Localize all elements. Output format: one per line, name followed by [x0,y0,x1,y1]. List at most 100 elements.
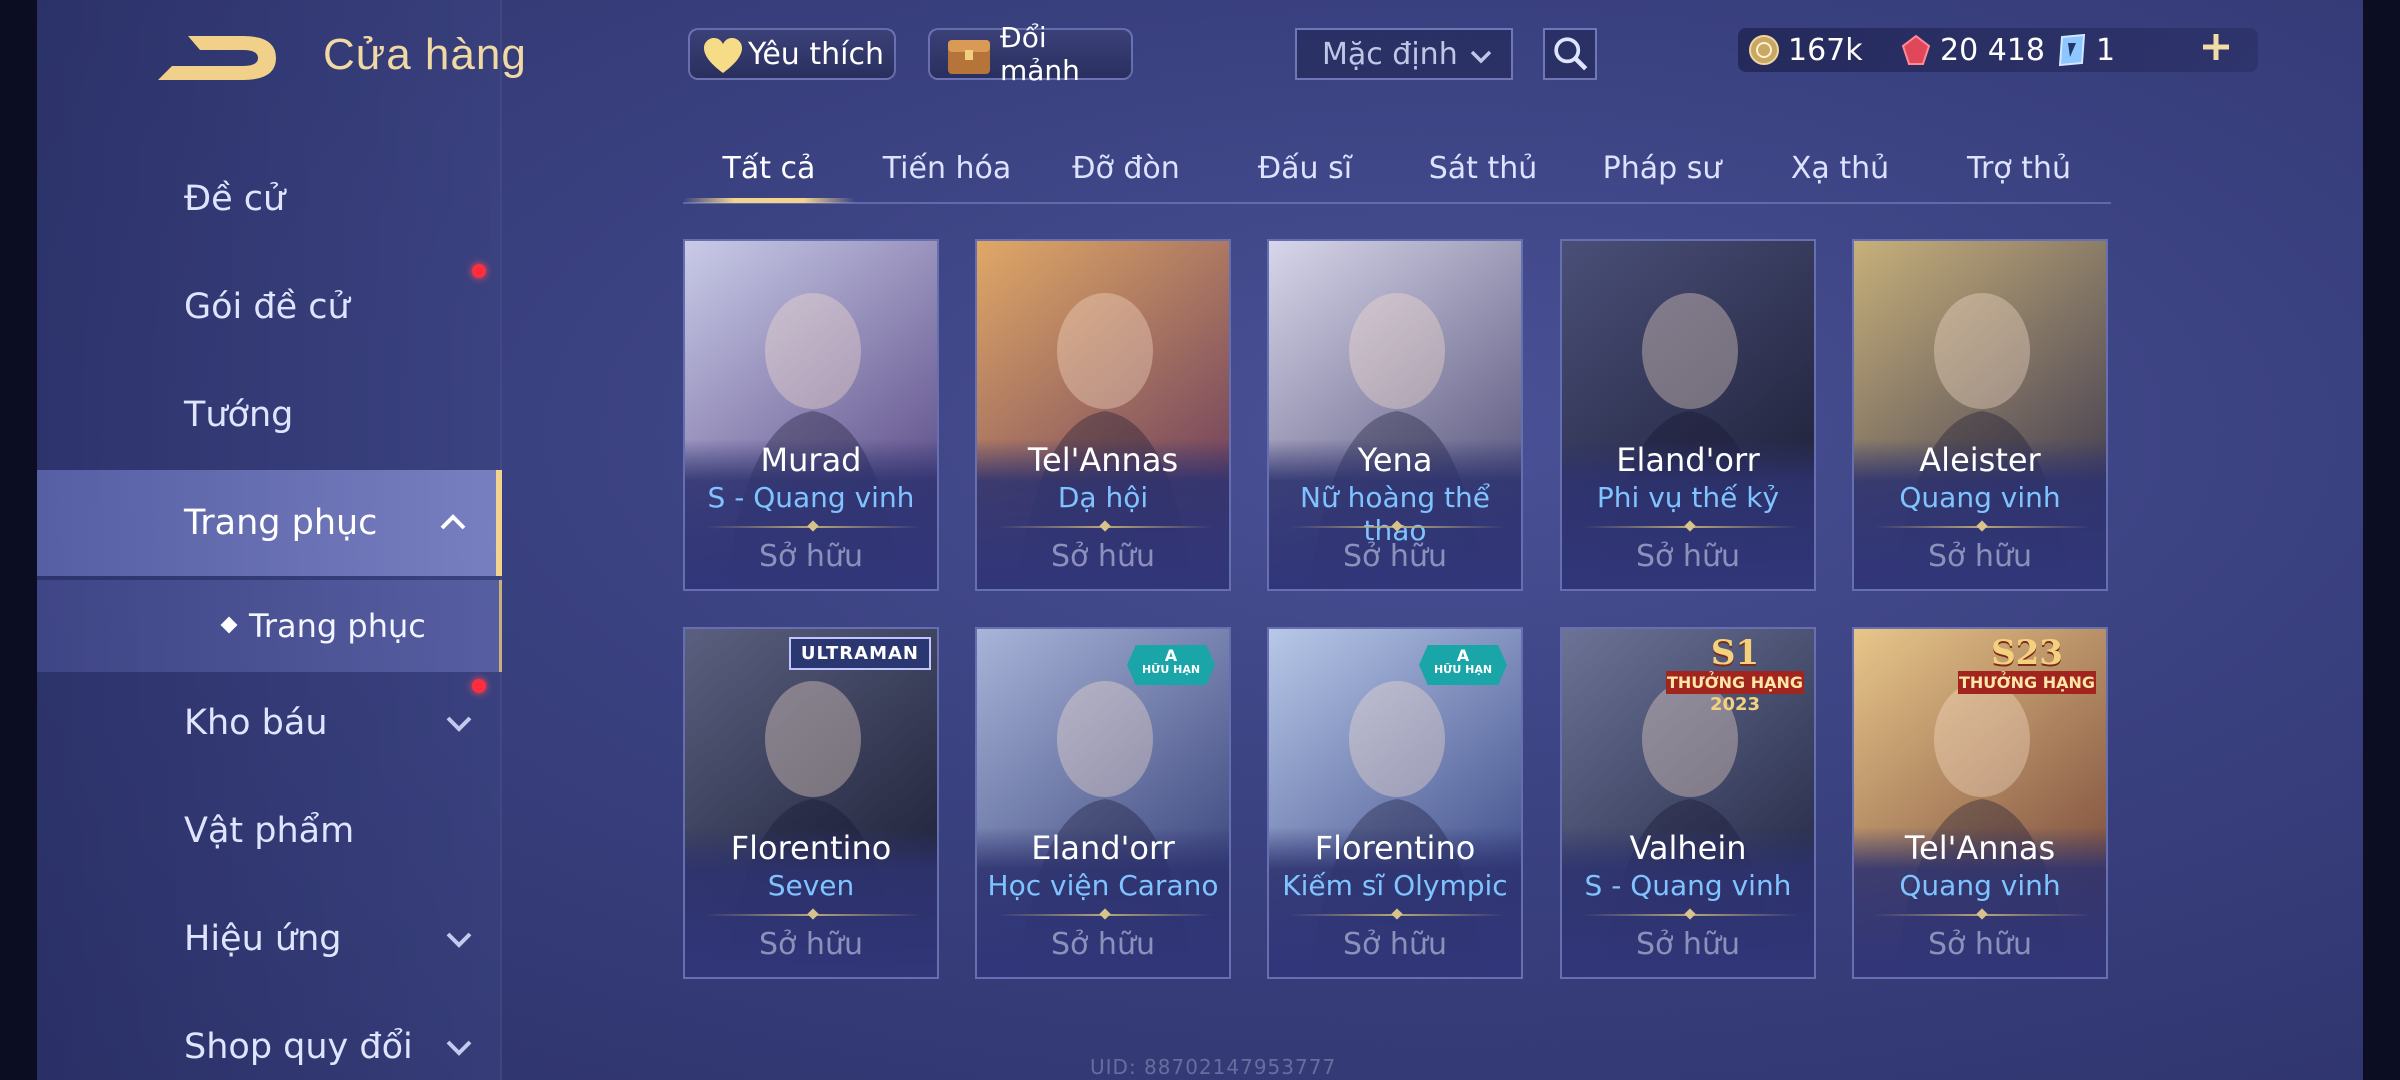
season-badge-year: 2023 [1709,694,1761,715]
screen-edge-left [0,0,37,1080]
tab-tank[interactable]: Đỡ đòn [1040,140,1212,204]
tab-all[interactable]: Tất cả [683,140,855,204]
limited-badge-text: HỮU HẠN [1433,663,1493,676]
sidebar-item-label: Gói đề cử [184,287,350,327]
skin-card[interactable]: Tel'Annas Dạ hội Sở hữu [975,239,1231,591]
skin-card[interactable]: YenaNữ hoàng thể thaoSở hữu [1267,239,1523,591]
skin-card[interactable]: Tel'Annas Quang vinh Sở hữu S23 THƯỞNG HẠNG [1852,627,2108,979]
chevron-down-icon [446,1040,472,1056]
ownership-status: Sở hữu [1343,927,1447,962]
sidebar-item-exchange-shop[interactable]: Shop quy đổi [37,994,502,1080]
limited-badge-grade: A [1456,646,1470,665]
skin-card[interactable]: Eland'orr Phi vụ thế kỷ Sở hữu [1560,239,1816,591]
season-reward-badge: S23 THƯỞNG HẠNG [1952,635,2102,715]
skin-name: Dạ hội [1057,481,1149,514]
ownership-status: Sở hữu [1928,539,2032,574]
hero-name: Florentino [1314,829,1476,867]
ownership-status: Sở hữu [1636,927,1740,962]
tab-fighter[interactable]: Đấu sĩ [1219,140,1391,204]
chevron-down-icon [1470,50,1492,64]
page-title: Cửa hàng [323,30,527,79]
diamond-bullet-icon [220,616,238,634]
voucher-icon [2058,33,2086,67]
sidebar-subitem-label: Trang phục [249,607,426,645]
limited-badge: A HỮU HẠN [1419,645,1507,685]
search-icon[interactable] [1543,28,1597,80]
sidebar-item-label: Kho báu [184,703,328,743]
hero-name: Tel'Annas [1027,441,1179,479]
gold-value: 167k [1788,32,1863,68]
limited-badge: A HỮU HẠN [1127,645,1215,685]
hero-name: Eland'orr [1031,829,1175,867]
ownership-status: Sở hữu [1051,927,1155,962]
shard-exchange-button[interactable]: Đổi mảnh [928,21,1133,87]
skin-card[interactable]: Murad S - Quang vinh Sở hữu [683,239,939,591]
voucher-counter: 1 [2056,28,2115,72]
skin-name: S - Quang vinh [1584,869,1792,902]
ownership-status: Sở hữu [1051,539,1155,574]
season-reward-badge: S1 THƯỞNG HẠNG 2023 [1660,635,1810,715]
sidebar-item-label: Tướng [184,395,294,435]
ultraman-badge: ULTRAMAN [788,637,931,670]
tab-assassin[interactable]: Sát thủ [1397,140,1569,204]
skin-name: S - Quang vinh [707,481,915,514]
sidebar-item-recommended[interactable]: Đề cử [37,146,502,252]
sidebar-item-label: Vật phẩm [184,811,355,851]
ownership-status: Sở hữu [1636,539,1740,574]
ownership-status: Sở hữu [1928,927,2032,962]
gold-counter: 167k [1748,28,1863,72]
gem-counter: 20 418 [1900,28,2045,72]
chevron-up-icon [440,514,466,530]
skin-card[interactable]: Eland'orr Học viện Carano Sở hữu A HỮU HẠN [975,627,1231,979]
skin-name: Seven [767,869,855,902]
ownership-status: Sở hữu [1343,539,1447,574]
skin-name: Kiếm sĩ Olympic [1282,869,1508,902]
sidebar-item-skins[interactable]: Trang phục [37,470,502,576]
skin-card[interactable]: Aleister Quang vinh Sở hữu [1852,239,2108,591]
sidebar-item-label: Trang phục [184,503,378,543]
sidebar-item-label: Hiệu ứng [184,919,342,959]
skin-name: Phi vụ thế kỷ [1596,481,1780,514]
sidebar-item-items[interactable]: Vật phẩm [37,778,502,884]
ownership-status: Sở hữu [759,927,863,962]
sidebar-subitem-skins[interactable]: Trang phục [37,580,502,672]
skin-card[interactable]: Valhein S - Quang vinh Sở hữu S1 THƯỞNG HẠNG… [1560,627,1816,979]
back-icon[interactable] [148,30,284,90]
skin-name: Quang vinh [1899,869,2061,902]
add-currency-icon[interactable] [2199,30,2233,64]
chevron-down-icon [446,932,472,948]
notification-dot [472,264,486,278]
sidebar-item-treasure[interactable]: Kho báu [37,670,502,776]
hero-name: Yena [1357,441,1433,479]
season-badge-ribbon: THƯỞNG HẠNG [1666,671,1804,694]
shard-exchange-label: Đổi mảnh [1000,21,1080,87]
favorites-label: Yêu thích [748,36,884,72]
tab-evolution[interactable]: Tiến hóa [861,140,1033,204]
tab-support[interactable]: Trợ thủ [1933,140,2105,204]
gem-value: 20 418 [1940,32,2045,68]
chevron-down-icon [446,716,472,732]
favorites-button[interactable]: Yêu thích [688,28,896,80]
tab-mage[interactable]: Pháp sư [1576,140,1748,204]
skin-card[interactable]: Florentino Seven Sở hữu ULTRAMAN [683,627,939,979]
skin-card[interactable]: Florentino Kiếm sĩ Olympic Sở hữu A HỮU HẠN [1267,627,1523,979]
ruby-icon [1901,34,1931,65]
sidebar-item-heroes[interactable]: Tướng [37,362,502,468]
chest-icon [948,40,990,74]
tab-marksman[interactable]: Xạ thủ [1754,140,1926,204]
season-badge-code: S23 [1991,633,2063,673]
season-badge-code: S1 [1710,633,1760,673]
uid-label: UID: 88702147953777 [1090,1055,1337,1079]
sidebar-item-label: Đề cử [184,179,286,219]
sidebar-item-effects[interactable]: Hiệu ứng [37,886,502,992]
season-badge-ribbon: THƯỞNG HẠNG [1958,671,2096,694]
limited-badge-text: HỮU HẠN [1141,663,1201,676]
heart-icon [704,38,742,73]
screen-edge-right [2363,0,2400,1080]
skin-name: Học viện Carano [987,869,1219,902]
skin-name: Quang vinh [1899,481,2061,514]
sidebar-item-recommended-packs[interactable]: Gói đề cử [37,254,502,360]
sort-dropdown[interactable]: Mặc định [1295,28,1513,80]
skin-name: Nữ hoàng thể thao [1300,481,1490,547]
hero-name: Tel'Annas [1904,829,2056,867]
